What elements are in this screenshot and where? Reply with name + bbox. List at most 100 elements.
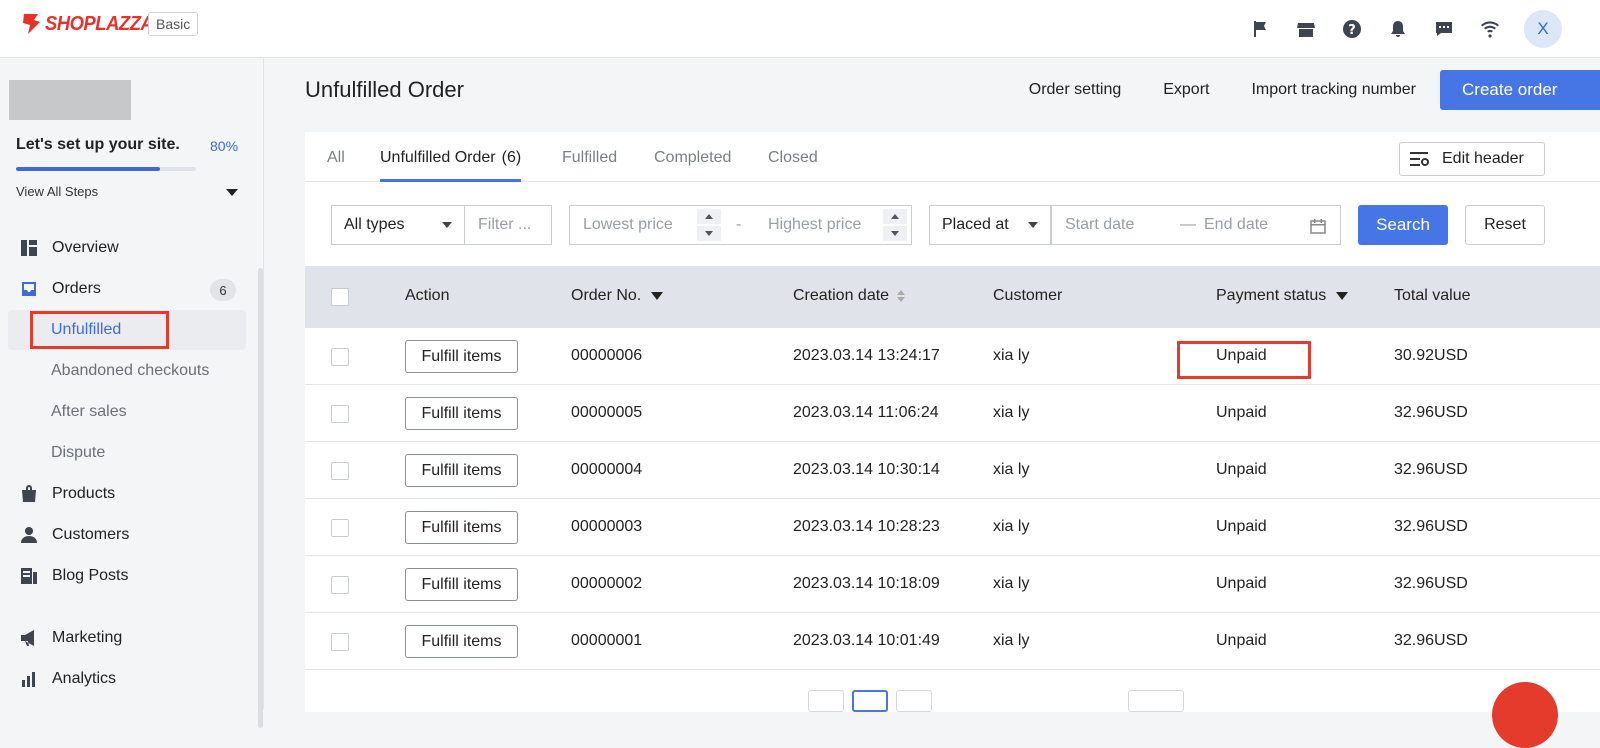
order-number[interactable]: 00000004	[571, 461, 642, 479]
subnav-dispute[interactable]: Dispute	[8, 433, 246, 473]
lowest-price-stepper[interactable]	[697, 209, 721, 241]
flag-icon[interactable]	[1240, 11, 1280, 47]
fulfill-items-button[interactable]: Fulfill items	[405, 397, 518, 430]
bag-icon	[20, 485, 38, 503]
import-tracking-button[interactable]: Import tracking number	[1251, 70, 1416, 110]
total-value: 32.96USD	[1394, 632, 1468, 649]
table-row[interactable]: Fulfill items 00000005 2023.03.14 11:06:…	[305, 385, 1600, 442]
export-button[interactable]: Export	[1163, 70, 1209, 110]
col-creation-date[interactable]: Creation date	[793, 287, 906, 305]
highlight-box-unfulfilled	[30, 311, 169, 349]
nav-marketing[interactable]: Marketing	[20, 618, 250, 658]
lowest-price-input[interactable]: Lowest price	[583, 216, 673, 234]
bar-chart-icon	[20, 670, 38, 688]
creation-date: 2023.03.14 11:06:24	[793, 404, 939, 421]
megaphone-icon	[20, 629, 38, 647]
col-creation-date-label: Creation date	[793, 287, 890, 304]
tab-all[interactable]: All	[327, 149, 345, 182]
order-number[interactable]: 00000001	[571, 632, 642, 650]
row-checkbox[interactable]	[331, 462, 349, 480]
sort-icon[interactable]	[897, 290, 906, 302]
caret-up-icon[interactable]	[705, 214, 713, 219]
customer-name: xia ly	[993, 575, 1030, 592]
sort-desc-icon[interactable]	[651, 292, 664, 300]
help-icon[interactable]: ?	[1332, 11, 1372, 47]
fulfill-items-button[interactable]: Fulfill items	[405, 454, 518, 487]
date-range-input[interactable]: Start date — End date	[1051, 205, 1341, 245]
caret-up-icon[interactable]	[891, 214, 899, 219]
tab-fulfilled[interactable]: Fulfilled	[562, 149, 617, 182]
store-icon[interactable]	[1286, 11, 1326, 47]
col-payment-status[interactable]: Payment status	[1216, 287, 1349, 305]
chevron-down-icon[interactable]	[226, 189, 238, 196]
table-row[interactable]: Fulfill items 00000002 2023.03.14 10:18:…	[305, 556, 1600, 613]
row-checkbox[interactable]	[331, 405, 349, 423]
user-avatar[interactable]: X	[1524, 10, 1562, 48]
nav-blog-posts[interactable]: Blog Posts	[20, 556, 250, 596]
wifi-icon[interactable]	[1470, 11, 1510, 47]
search-button[interactable]: Search	[1358, 205, 1448, 245]
help-chat-button[interactable]	[1492, 682, 1558, 748]
nav-customers[interactable]: Customers	[20, 515, 250, 555]
fulfill-items-button[interactable]: Fulfill items	[405, 568, 518, 601]
fulfill-items-button[interactable]: Fulfill items	[405, 340, 518, 373]
fulfill-items-button[interactable]: Fulfill items	[405, 511, 518, 544]
fulfill-items-button[interactable]: Fulfill items	[405, 625, 518, 658]
order-setting-button[interactable]: Order setting	[1029, 70, 1121, 110]
tab-completed[interactable]: Completed	[654, 149, 731, 182]
filter-bar: All types Filter ... Lowest price - High…	[331, 205, 1571, 245]
table-row[interactable]: Fulfill items 00000006 2023.03.14 13:24:…	[305, 328, 1600, 385]
setup-progress-fill	[16, 167, 160, 171]
orders-count-badge: 6	[210, 279, 236, 301]
payment-status: Unpaid	[1216, 461, 1267, 478]
filter-dropdown-icon[interactable]	[1336, 292, 1349, 300]
sidebar-scrollbar[interactable]	[258, 268, 263, 728]
creation-date: 2023.03.14 10:30:14	[793, 461, 940, 478]
nav-orders[interactable]: Orders 6	[20, 269, 250, 309]
end-date-input[interactable]: End date	[1204, 216, 1268, 234]
table-row[interactable]: Fulfill items 00000003 2023.03.14 10:28:…	[305, 499, 1600, 556]
nav-analytics[interactable]: Analytics	[20, 659, 250, 699]
date-type-select[interactable]: Placed at	[929, 205, 1051, 245]
nav-products[interactable]: Products	[20, 474, 250, 514]
edit-header-button[interactable]: Edit header	[1399, 142, 1545, 176]
select-all-checkbox[interactable]	[331, 288, 349, 306]
order-number[interactable]: 00000003	[571, 518, 642, 536]
calendar-icon[interactable]	[1310, 218, 1326, 234]
highest-price-input[interactable]: Highest price	[768, 216, 861, 234]
nav-overview[interactable]: Overview	[20, 228, 250, 268]
col-order-no[interactable]: Order No.	[571, 287, 664, 305]
order-number[interactable]: 00000006	[571, 347, 642, 365]
start-date-input[interactable]: Start date	[1065, 216, 1134, 234]
row-checkbox[interactable]	[331, 519, 349, 537]
store-thumbnail[interactable]	[9, 80, 131, 120]
reset-button[interactable]: Reset	[1465, 205, 1545, 245]
brand-logo[interactable]: SHOPLAZZA	[20, 12, 163, 36]
type-select[interactable]: All types	[331, 205, 465, 245]
table-row[interactable]: Fulfill items 00000001 2023.03.14 10:01:…	[305, 613, 1600, 670]
creation-date: 2023.03.14 13:24:17	[793, 347, 940, 364]
highest-price-stepper[interactable]	[883, 209, 907, 241]
nav-marketing-label: Marketing	[52, 629, 123, 646]
order-number[interactable]: 00000005	[571, 404, 642, 422]
table-row[interactable]: Fulfill items 00000004 2023.03.14 10:30:…	[305, 442, 1600, 499]
nav-orders-label: Orders	[52, 280, 101, 297]
nav-blog-posts-label: Blog Posts	[52, 567, 129, 584]
chat-icon[interactable]	[1424, 11, 1464, 47]
row-checkbox[interactable]	[331, 633, 349, 651]
row-checkbox[interactable]	[331, 348, 349, 366]
bell-icon[interactable]	[1378, 11, 1418, 47]
caret-down-icon[interactable]	[705, 231, 713, 236]
subnav-abandoned-checkouts[interactable]: Abandoned checkouts	[8, 351, 246, 391]
create-order-button[interactable]: Create order	[1440, 70, 1600, 110]
payment-status: Unpaid	[1216, 632, 1267, 649]
subnav-after-sales[interactable]: After sales	[8, 392, 246, 432]
tab-closed[interactable]: Closed	[768, 149, 818, 182]
order-number[interactable]: 00000002	[571, 575, 642, 593]
caret-down-icon[interactable]	[891, 231, 899, 236]
tab-unfulfilled[interactable]: Unfulfilled Order (6)	[380, 149, 522, 182]
page-title: Unfulfilled Order	[305, 77, 464, 102]
view-all-steps[interactable]: View All Steps	[16, 184, 98, 199]
filter-input[interactable]: Filter ...	[464, 205, 552, 245]
row-checkbox[interactable]	[331, 576, 349, 594]
